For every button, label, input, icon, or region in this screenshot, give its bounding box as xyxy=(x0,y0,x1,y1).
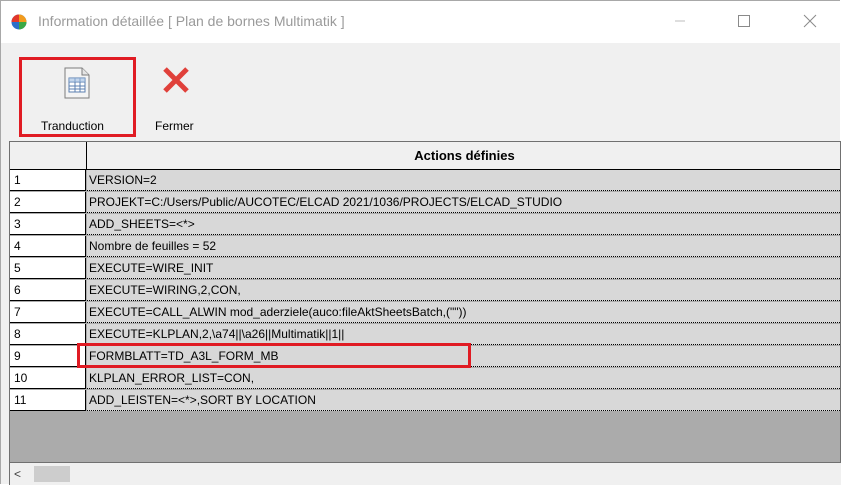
close-button[interactable]: Fermer xyxy=(149,43,209,141)
maximize-icon xyxy=(737,14,751,31)
document-table-icon xyxy=(64,67,90,102)
table-row[interactable]: 10 KLPLAN_ERROR_LIST=CON, xyxy=(10,368,840,390)
table-row[interactable]: 11 ADD_LEISTEN=<*>,SORT BY LOCATION xyxy=(10,390,840,412)
toolbar: Tranduction Fermer xyxy=(1,43,840,141)
table-row[interactable]: 8 EXECUTE=KLPLAN,2,\a74||\a26||Multimati… xyxy=(10,324,840,346)
title-bar: Information détaillée [ Plan de bornes M… xyxy=(1,1,840,43)
translate-button[interactable]: Tranduction xyxy=(19,43,137,141)
window-close-button[interactable] xyxy=(787,1,833,43)
row-number[interactable]: 8 xyxy=(10,324,86,345)
close-label: Fermer xyxy=(155,119,194,133)
table-row[interactable]: 2 PROJEKT=C:/Users/Public/AUCOTEC/ELCAD … xyxy=(10,192,840,214)
action-cell[interactable]: KLPLAN_ERROR_LIST=CON, xyxy=(87,368,840,389)
action-cell[interactable]: EXECUTE=WIRING,2,CON, xyxy=(87,280,840,301)
action-cell[interactable]: Nombre de feuilles = 52 xyxy=(87,236,840,257)
table-row[interactable]: 5 EXECUTE=WIRE_INIT xyxy=(10,258,840,280)
table-row[interactable]: 9 FORMBLATT=TD_A3L_FORM_MB xyxy=(10,346,840,368)
maximize-button[interactable] xyxy=(721,1,767,43)
window-title: Information détaillée [ Plan de bornes M… xyxy=(38,13,345,29)
action-cell[interactable]: PROJEKT=C:/Users/Public/AUCOTEC/ELCAD 20… xyxy=(87,192,840,213)
table-row[interactable]: 3 ADD_SHEETS=<*> xyxy=(10,214,840,236)
table-row[interactable]: 7 EXECUTE=CALL_ALWIN mod_aderziele(auco:… xyxy=(10,302,840,324)
table-row[interactable]: 1 VERSION=2 xyxy=(10,170,840,192)
scroll-left-arrow[interactable]: < xyxy=(14,467,21,481)
table-row[interactable]: 6 EXECUTE=WIRING,2,CON, xyxy=(10,280,840,302)
scroll-thumb[interactable] xyxy=(34,466,70,482)
column-header-actions[interactable]: Actions définies xyxy=(87,142,840,170)
translate-label: Tranduction xyxy=(41,119,104,133)
grid-rows: 1 VERSION=2 2 PROJEKT=C:/Users/Public/AU… xyxy=(10,170,840,412)
row-number[interactable]: 6 xyxy=(10,280,86,301)
detail-info-window: Information détaillée [ Plan de bornes M… xyxy=(0,0,841,485)
action-cell[interactable]: VERSION=2 xyxy=(87,170,840,191)
row-number[interactable]: 7 xyxy=(10,302,86,323)
action-cell[interactable]: EXECUTE=WIRE_INIT xyxy=(87,258,840,279)
row-number[interactable]: 5 xyxy=(10,258,86,279)
row-number[interactable]: 2 xyxy=(10,192,86,213)
action-cell[interactable]: EXECUTE=CALL_ALWIN mod_aderziele(auco:fi… xyxy=(87,302,840,323)
row-number[interactable]: 11 xyxy=(10,390,86,411)
app-globe-icon xyxy=(11,14,27,30)
grid-corner[interactable] xyxy=(10,142,87,170)
close-icon xyxy=(803,14,817,31)
action-cell[interactable]: ADD_LEISTEN=<*>,SORT BY LOCATION xyxy=(87,390,840,411)
action-cell[interactable]: FORMBLATT=TD_A3L_FORM_MB xyxy=(87,346,840,367)
row-number[interactable]: 9 xyxy=(10,346,86,367)
minimize-button[interactable] xyxy=(657,1,703,43)
minimize-icon xyxy=(674,15,686,30)
action-cell[interactable]: EXECUTE=KLPLAN,2,\a74||\a26||Multimatik|… xyxy=(87,324,840,345)
row-number[interactable]: 3 xyxy=(10,214,86,235)
actions-grid[interactable]: Actions définies 1 VERSION=2 2 PROJEKT=C… xyxy=(9,141,841,463)
action-cell[interactable]: ADD_SHEETS=<*> xyxy=(87,214,840,235)
grid-header: Actions définies xyxy=(10,142,840,170)
row-number[interactable]: 10 xyxy=(10,368,86,389)
horizontal-scrollbar[interactable]: < xyxy=(9,463,841,485)
row-number[interactable]: 4 xyxy=(10,236,86,257)
table-row[interactable]: 4 Nombre de feuilles = 52 xyxy=(10,236,840,258)
row-number[interactable]: 1 xyxy=(10,170,86,191)
red-x-icon xyxy=(162,66,190,97)
